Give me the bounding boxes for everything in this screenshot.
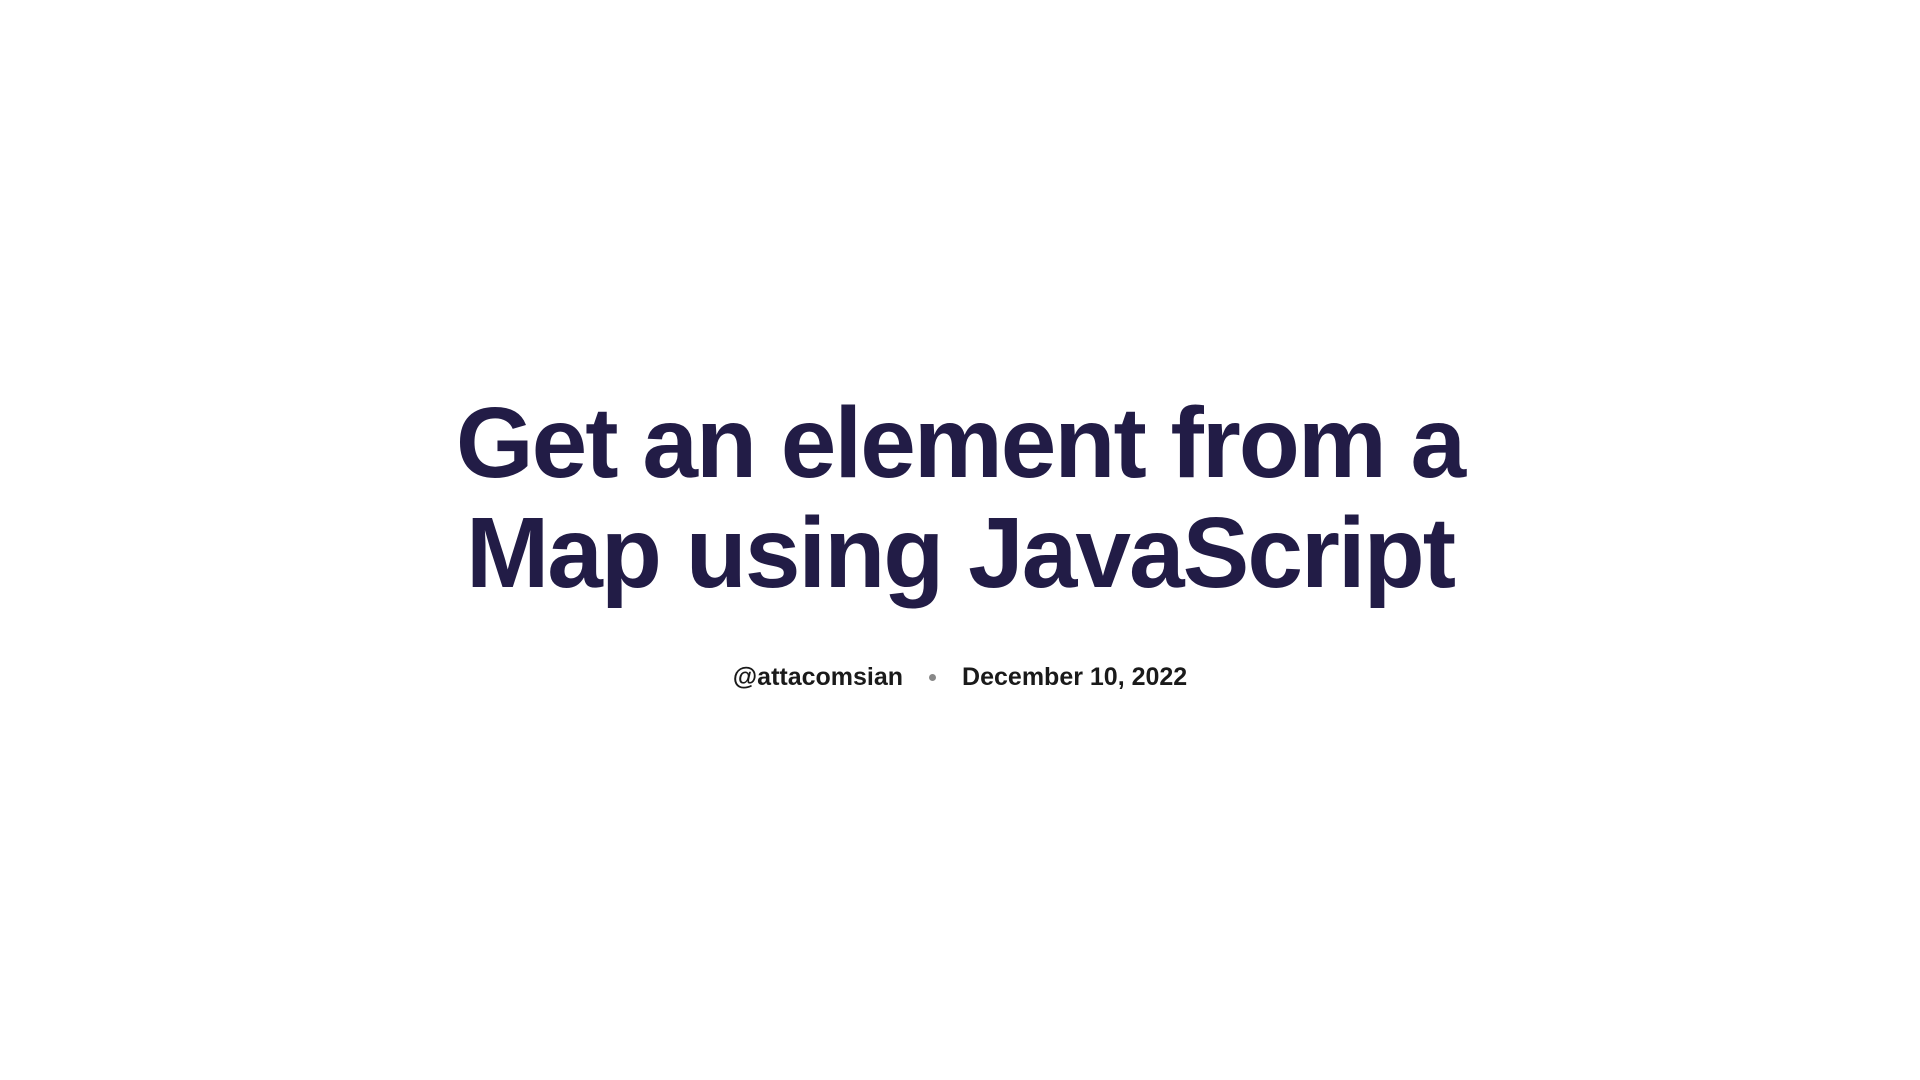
article-title: Get an element from a Map using JavaScri…: [360, 388, 1560, 608]
author-handle: @attacomsian: [733, 663, 903, 692]
separator-dot-icon: [929, 674, 936, 681]
publish-date: December 10, 2022: [962, 663, 1187, 692]
article-header: Get an element from a Map using JavaScri…: [360, 388, 1560, 692]
article-meta: @attacomsian December 10, 2022: [360, 663, 1560, 692]
